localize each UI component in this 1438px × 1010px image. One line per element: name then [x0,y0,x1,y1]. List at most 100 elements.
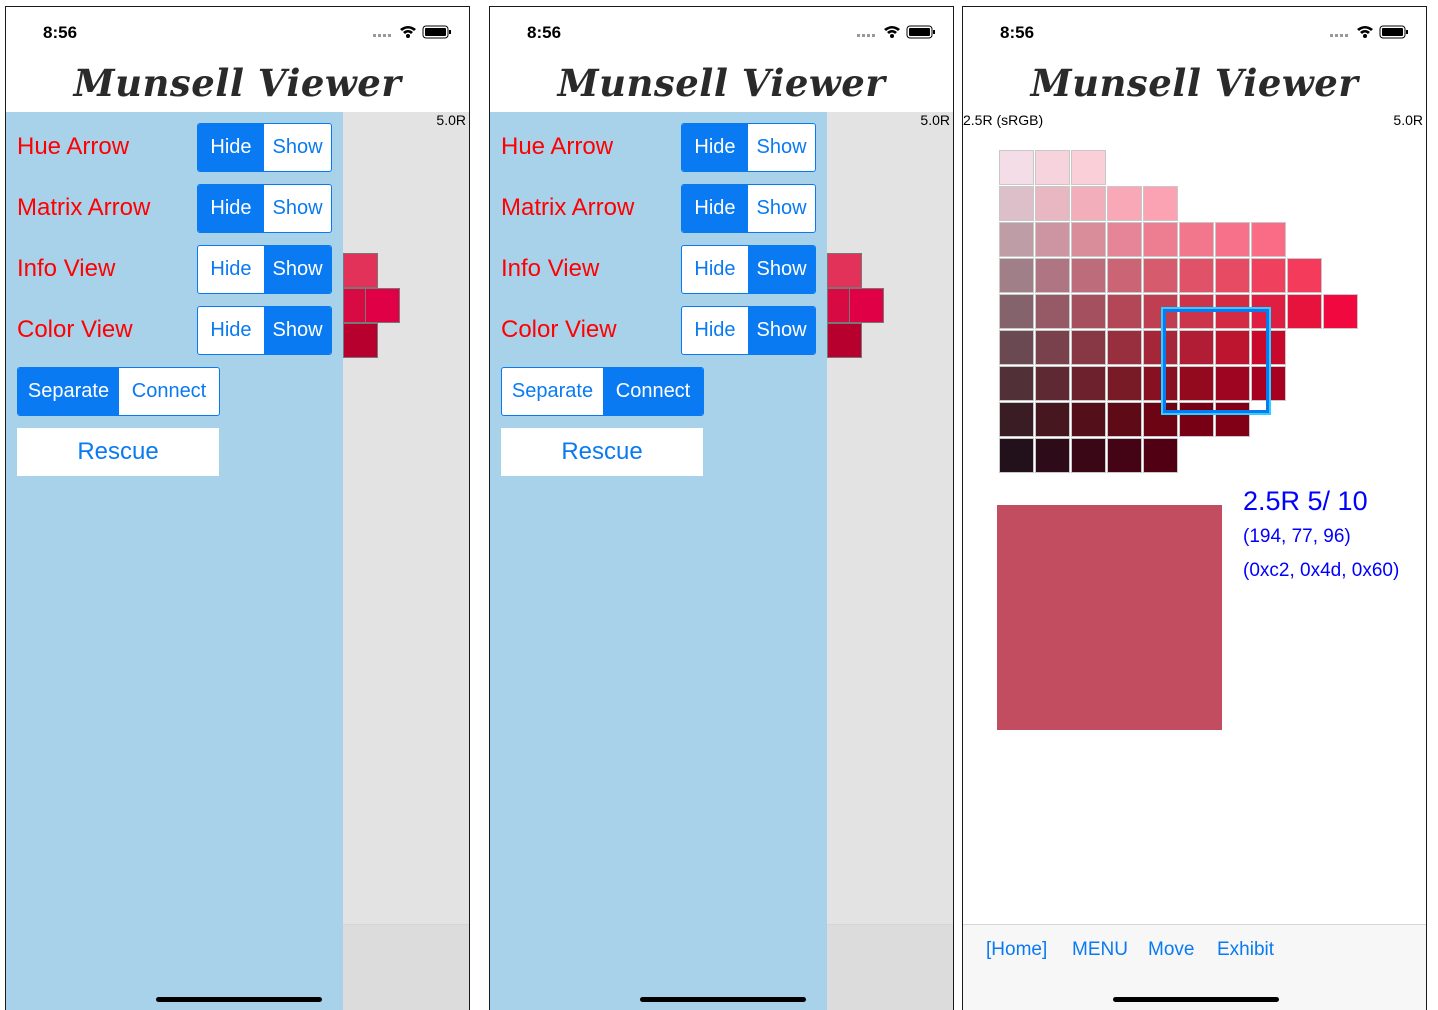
info-view-hide-button[interactable]: Hide [198,246,264,293]
status-time: 8:56 [43,23,78,42]
color-chip[interactable] [849,288,884,323]
color-chip[interactable] [999,294,1034,329]
matrix-arrow-show-button[interactable]: Show [748,185,815,232]
color-chip[interactable] [999,150,1034,185]
color-chip[interactable] [999,438,1034,473]
mode-toggle[interactable]: Separate Connect [501,367,704,416]
color-chip[interactable] [1107,438,1142,473]
color-chip[interactable] [1107,402,1142,437]
signal-icon [1330,34,1348,37]
color-chip[interactable] [1107,294,1142,329]
color-chip[interactable] [1251,222,1286,257]
move-tab[interactable]: Move [1148,939,1194,961]
color-chip[interactable] [1323,294,1358,329]
matrix-arrow-hide-button[interactable]: Hide [198,185,264,232]
color-chip[interactable] [1143,258,1178,293]
color-chip[interactable] [1035,330,1070,365]
exhibit-tab[interactable]: Exhibit [1217,939,1274,961]
hue-arrow-hide-button[interactable]: Hide [682,124,748,171]
color-chip[interactable] [343,253,378,288]
color-chip[interactable] [1107,366,1142,401]
battery-icon [422,25,451,39]
color-chip[interactable] [1071,294,1106,329]
color-chip[interactable] [1071,150,1106,185]
color-chip[interactable] [827,323,862,358]
color-view-show-button[interactable]: Show [264,307,331,354]
matrix-arrow-toggle[interactable]: Hide Show [197,184,332,233]
info-view-toggle[interactable]: Hide Show [197,245,332,294]
hue-arrow-show-button[interactable]: Show [264,124,331,171]
color-chip[interactable] [1071,330,1106,365]
color-chip[interactable] [999,186,1034,221]
color-chip[interactable] [1251,258,1286,293]
color-chip[interactable] [343,323,378,358]
color-view-toggle[interactable]: Hide Show [197,306,332,355]
color-chip[interactable] [1287,258,1322,293]
color-chip[interactable] [1035,294,1070,329]
color-chip[interactable] [1035,438,1070,473]
separate-button[interactable]: Separate [18,368,119,415]
color-chip[interactable] [827,253,862,288]
color-chip[interactable] [1035,366,1070,401]
viewer-content: 2.5R (sRGB) 5.0R 2.5R 5/ 10 (194, 77, 96… [963,112,1426,925]
color-chip[interactable] [1035,258,1070,293]
color-chip[interactable] [999,330,1034,365]
hue-arrow-toggle[interactable]: Hide Show [681,123,816,172]
rescue-button[interactable]: Rescue [17,428,219,476]
color-chip[interactable] [999,222,1034,257]
color-chip[interactable] [1143,222,1178,257]
color-chip[interactable] [1071,438,1106,473]
color-chip[interactable] [1143,438,1178,473]
color-chip[interactable] [1071,186,1106,221]
color-view-hide-button[interactable]: Hide [198,307,264,354]
info-view-toggle[interactable]: Hide Show [681,245,816,294]
color-chip[interactable] [1071,366,1106,401]
color-view-hide-button[interactable]: Hide [682,307,748,354]
color-chip[interactable] [1287,294,1322,329]
matrix-arrow-hide-button[interactable]: Hide [682,185,748,232]
color-chip[interactable] [1107,258,1142,293]
wifi-icon [400,26,416,38]
matrix-arrow-show-button[interactable]: Show [264,185,331,232]
menu-tab[interactable]: MENU [1072,939,1128,961]
color-chip[interactable] [1215,258,1250,293]
color-chip[interactable] [1179,222,1214,257]
color-chip[interactable] [999,366,1034,401]
connect-button[interactable]: Connect [603,368,703,415]
color-chip[interactable] [1035,222,1070,257]
color-chip[interactable] [1071,402,1106,437]
color-view-toggle[interactable]: Hide Show [681,306,816,355]
info-view-hide-button[interactable]: Hide [682,246,748,293]
connect-button[interactable]: Connect [119,368,219,415]
color-view-show-button[interactable]: Show [748,307,815,354]
hue-arrow-show-button[interactable]: Show [748,124,815,171]
hue-arrow-hide-button[interactable]: Hide [198,124,264,171]
wifi-icon [884,26,900,38]
color-chip[interactable] [1035,150,1070,185]
color-chip[interactable] [999,402,1034,437]
color-chip[interactable] [365,288,400,323]
home-tab[interactable]: [Home] [986,939,1047,961]
color-chip[interactable] [1143,186,1178,221]
color-chip[interactable] [1035,186,1070,221]
color-chip[interactable] [1035,402,1070,437]
color-chip[interactable] [1071,258,1106,293]
rescue-button[interactable]: Rescue [501,428,703,476]
color-chip[interactable] [1107,186,1142,221]
info-view-show-button[interactable]: Show [264,246,331,293]
hue-arrow-toggle[interactable]: Hide Show [197,123,332,172]
color-chip[interactable] [1071,222,1106,257]
hue-label: 5.0R [436,112,466,128]
color-chip[interactable] [1107,330,1142,365]
color-chip[interactable] [999,258,1034,293]
selection-frame[interactable] [1161,307,1271,415]
matrix-arrow-toggle[interactable]: Hide Show [681,184,816,233]
status-time: 8:56 [527,23,562,42]
color-chip[interactable] [1179,258,1214,293]
separate-button[interactable]: Separate [502,368,603,415]
color-chip[interactable] [1107,222,1142,257]
mode-toggle[interactable]: Separate Connect [17,367,220,416]
color-chip[interactable] [1215,222,1250,257]
info-view-show-button[interactable]: Show [748,246,815,293]
wifi-icon [1357,26,1373,38]
